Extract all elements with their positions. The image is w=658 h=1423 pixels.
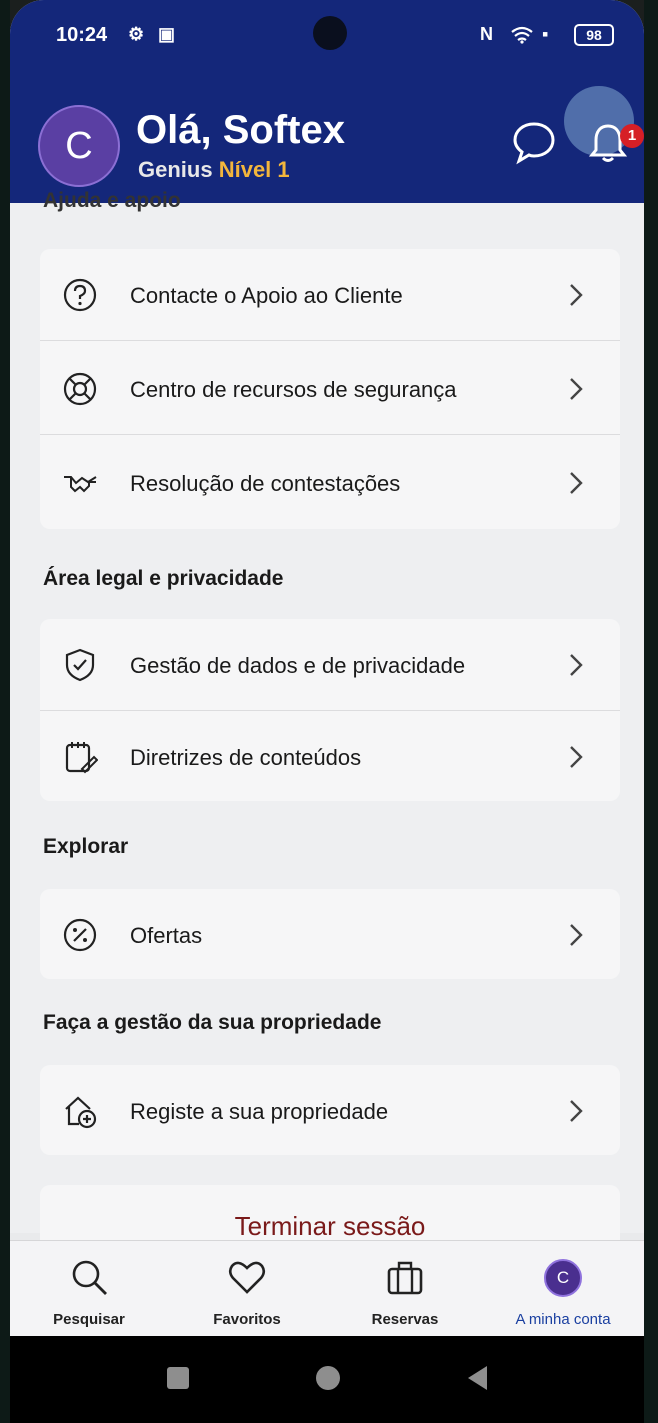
device-bezel-right (644, 0, 658, 1423)
back-icon[interactable] (458, 1358, 498, 1398)
explore-card: Ofertas (40, 889, 620, 979)
battery-indicator: 98 (574, 24, 614, 46)
bottom-tab-bar: Pesquisar Favoritos Reservas C A minha c… (10, 1240, 644, 1336)
tab-label: Pesquisar (53, 1311, 125, 1328)
menu-item-label: Diretrizes de conteúdos (130, 745, 362, 770)
chevron-right-icon (570, 378, 583, 400)
sim-icon: ▪ (542, 24, 549, 44)
app-status-icon: ▣ (158, 24, 176, 44)
lifebuoy-icon (63, 372, 97, 406)
menu-item-label: Resolução de contestações (130, 471, 401, 496)
shield-check-icon (65, 648, 95, 682)
menu-item-label: Registe a sua propriedade (130, 1099, 389, 1124)
explore-section-title: Explorar (43, 835, 129, 858)
property-card: Registe a sua propriedade (40, 1065, 620, 1155)
logout-label: Terminar sessão (234, 1211, 426, 1241)
chevron-right-icon (570, 1100, 583, 1122)
menu-item-safety-center[interactable]: Centro de recursos de segurança (40, 343, 620, 435)
legal-card: Gestão de dados e de privacidade Diretri… (40, 619, 620, 801)
level-label: Nível 1 (218, 157, 290, 182)
genius-level: Genius Nível 1 (138, 157, 290, 183)
profile-avatar[interactable]: C (38, 105, 120, 187)
menu-item-contact-support[interactable]: Contacte o Apoio ao Cliente (40, 249, 620, 341)
screen: 10:24 ⚙ ▣ N ▪ 98 C Olá, Softex Genius Ní… (10, 0, 644, 1423)
handshake-icon (64, 476, 97, 493)
tab-label: A minha conta (515, 1311, 611, 1328)
menu-item-label: Ofertas (130, 923, 203, 948)
account-avatar: C (544, 1259, 582, 1297)
tab-search[interactable]: Pesquisar (10, 1241, 168, 1337)
nfc-icon: N (480, 24, 493, 44)
question-icon (63, 278, 97, 312)
help-card: Contacte o Apoio ao Cliente Centro de re… (40, 249, 620, 529)
device-bezel-left (0, 0, 10, 1423)
percent-icon (63, 918, 97, 952)
recents-icon[interactable] (158, 1358, 198, 1398)
status-time: 10:24 (56, 24, 108, 46)
notepad-icon (65, 742, 98, 774)
chevron-right-icon (570, 746, 583, 768)
tab-my-account[interactable]: C A minha conta (484, 1241, 642, 1337)
genius-label: Genius (138, 157, 213, 182)
chevron-right-icon (570, 654, 583, 676)
tab-bookings[interactable]: Reservas (326, 1241, 484, 1337)
legal-section-title: Área legal e privacidade (43, 567, 284, 590)
tab-label: Favoritos (213, 1311, 281, 1328)
menu-item-dispute-resolution[interactable]: Resolução de contestações (40, 437, 620, 529)
menu-item-offers[interactable]: Ofertas (40, 889, 620, 979)
menu-item-register-property[interactable]: Registe a sua propriedade (40, 1065, 620, 1155)
tab-label: Reservas (371, 1311, 439, 1328)
status-bar: 10:24 ⚙ ▣ N ▪ 98 (56, 22, 620, 52)
menu-item-label: Centro de recursos de segurança (130, 377, 457, 402)
search-icon (72, 1260, 107, 1295)
help-section-title: Ajuda e apoio (43, 189, 181, 212)
wifi-icon (511, 26, 533, 44)
menu-item-label: Gestão de dados e de privacidade (130, 653, 466, 678)
chevron-right-icon (570, 924, 583, 946)
heart-icon (228, 1261, 266, 1294)
chevron-right-icon (570, 284, 583, 306)
property-section-title: Faça a gestão da sua propriedade (43, 1011, 382, 1034)
menu-item-content-guidelines[interactable]: Diretrizes de conteúdos (40, 711, 620, 803)
system-nav-bar (10, 1336, 644, 1423)
suitcase-icon (387, 1261, 423, 1295)
chat-icon[interactable] (510, 118, 558, 166)
home-icon[interactable] (308, 1358, 348, 1398)
chevron-right-icon (570, 472, 583, 494)
account-header: 10:24 ⚙ ▣ N ▪ 98 C Olá, Softex Genius Ní… (10, 0, 644, 203)
menu-item-data-privacy[interactable]: Gestão de dados e de privacidade (40, 619, 620, 711)
greeting-title: Olá, Softex (136, 108, 345, 152)
notification-badge: 1 (620, 124, 644, 148)
settings-status-icon: ⚙ (128, 24, 145, 44)
tab-favorites[interactable]: Favoritos (168, 1241, 326, 1337)
account-content[interactable]: Ajuda e apoio Contacte o Apoio ao Client… (10, 189, 644, 1255)
menu-item-label: Contacte o Apoio ao Cliente (130, 283, 403, 308)
house-add-icon (65, 1096, 97, 1129)
